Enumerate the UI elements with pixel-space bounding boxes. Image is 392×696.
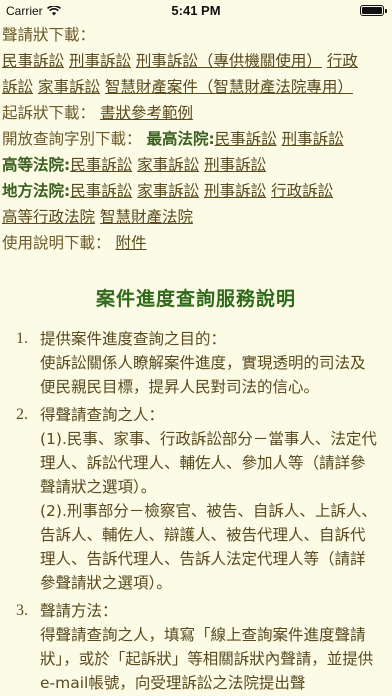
- manual-label: 使用說明下載：: [2, 234, 111, 252]
- link-petition-family[interactable]: 家事訴訟: [38, 78, 100, 96]
- manual-row: 使用說明下載： 附件: [2, 230, 390, 256]
- item-paragraph: 得聲請查詢之人，填寫「線上查詢案件進度聲請狀」，或於「起訴狀」等相關訴狀內聲請，…: [40, 626, 374, 692]
- link-high-family[interactable]: 家事訴訟: [137, 156, 199, 174]
- item-number: 3.: [16, 602, 28, 619]
- link-district-administrative[interactable]: 行政訴訟: [271, 182, 333, 200]
- item-body: 提供案件進度查詢之目的： 使訴訟關係人瞭解案件進度，實現透明的司法及便民親民目標…: [40, 327, 378, 399]
- link-petition-administrative[interactable]: 行政: [327, 52, 358, 70]
- query-label: 開放查詢字別下載：: [2, 130, 142, 148]
- link-ip-court[interactable]: 智慧財產法院: [100, 208, 193, 226]
- link-supreme-criminal[interactable]: 刑事訴訟: [282, 130, 344, 148]
- petition-label: 聲請狀下載：: [2, 26, 96, 44]
- petition-links-row-1: 民事訴訟 刑事訴訟 刑事訴訟（專供機關使用） 行政: [2, 48, 390, 74]
- item-paragraph: 使訴訟關係人瞭解案件進度，實現透明的司法及便民親民目標，提昇人民對司法的信心。: [40, 354, 366, 396]
- link-petition-administrative-cont[interactable]: 訴訟: [2, 78, 33, 96]
- link-high-civil[interactable]: 民事訴訟: [70, 156, 132, 174]
- status-bar: Carrier 5:41 PM: [0, 0, 392, 22]
- battery-level: [362, 7, 382, 14]
- link-high-criminal[interactable]: 刑事訴訟: [204, 156, 266, 174]
- item-paragraph: (1).民事、家事、行政訴訟部分－當事人、法定代理人、訴訟代理人、輔佐人、參加人…: [40, 430, 377, 496]
- district-court-row: 地方法院:民事訴訟 家事訴訟 刑事訴訟 行政訴訟: [2, 178, 390, 204]
- item-number: 2.: [16, 406, 28, 423]
- petition-row: 聲請狀下載：: [2, 22, 390, 48]
- admin-court-row: 高等行政法院 智慧財產法院: [2, 204, 390, 230]
- link-district-family[interactable]: 家事訴訟: [137, 182, 199, 200]
- list-item: 3. 聲請方法： 得聲請查詢之人，填寫「線上查詢案件進度聲請狀」，或於「起訴狀」…: [16, 599, 378, 695]
- query-row: 開放查詢字別下載： 最高法院:民事訴訟 刑事訴訟: [2, 126, 390, 152]
- link-petition-ip[interactable]: 智慧財產案件（智慧財產法院專用）: [105, 78, 353, 96]
- link-petition-civil[interactable]: 民事訴訟: [2, 52, 64, 70]
- item-paragraph: (2).刑事部分－檢察官、被告、自訴人、上訴人、告訴人、輔佐人、辯護人、被告代理…: [40, 502, 377, 592]
- high-court-label: 高等法院:: [2, 156, 71, 174]
- download-links: 聲請狀下載： 民事訴訟 刑事訴訟 刑事訴訟（專供機關使用） 行政 訴訟 家事訴訟…: [0, 22, 392, 256]
- petition-links-row-2: 訴訟 家事訴訟 智慧財產案件（智慧財產法院專用）: [2, 74, 390, 100]
- link-petition-criminal[interactable]: 刑事訴訟: [69, 52, 131, 70]
- complaint-row: 起訴狀下載： 書狀參考範例: [2, 100, 390, 126]
- service-description: 1. 提供案件進度查詢之目的： 使訴訟關係人瞭解案件進度，實現透明的司法及便民親…: [0, 327, 392, 695]
- status-time: 5:41 PM: [171, 3, 221, 18]
- list-item: 1. 提供案件進度查詢之目的： 使訴訟關係人瞭解案件進度，實現透明的司法及便民親…: [16, 327, 378, 399]
- district-court-label: 地方法院:: [2, 182, 71, 200]
- item-number: 1.: [16, 330, 28, 347]
- item-body: 得聲請查詢之人： (1).民事、家事、行政訴訟部分－當事人、法定代理人、訴訟代理…: [40, 403, 378, 595]
- supreme-court-label: 最高法院:: [146, 130, 215, 148]
- section-title: 案件進度查詢服務說明: [95, 288, 296, 310]
- link-complaint-samples[interactable]: 書狀參考範例: [100, 104, 193, 122]
- item-body: 聲請方法： 得聲請查詢之人，填寫「線上查詢案件進度聲請狀」，或於「起訴狀」等相關…: [40, 599, 378, 695]
- item-heading: 聲請方法：: [40, 602, 118, 620]
- link-district-civil[interactable]: 民事訴訟: [70, 182, 132, 200]
- link-district-criminal[interactable]: 刑事訴訟: [204, 182, 266, 200]
- link-high-administrative-court[interactable]: 高等行政法院: [2, 208, 95, 226]
- link-petition-criminal-agency[interactable]: 刑事訴訟（專供機關使用）: [136, 52, 322, 70]
- item-heading: 得聲請查詢之人：: [40, 406, 165, 424]
- high-court-row: 高等法院:民事訴訟 家事訴訟 刑事訴訟: [2, 152, 390, 178]
- list-item: 2. 得聲請查詢之人： (1).民事、家事、行政訴訟部分－當事人、法定代理人、訴…: [16, 403, 378, 595]
- item-heading: 提供案件進度查詢之目的：: [40, 330, 227, 348]
- complaint-label: 起訴狀下載：: [2, 104, 96, 122]
- battery-icon: [360, 5, 387, 16]
- link-supreme-civil[interactable]: 民事訴訟: [215, 130, 277, 148]
- link-manual-attachment[interactable]: 附件: [115, 234, 146, 252]
